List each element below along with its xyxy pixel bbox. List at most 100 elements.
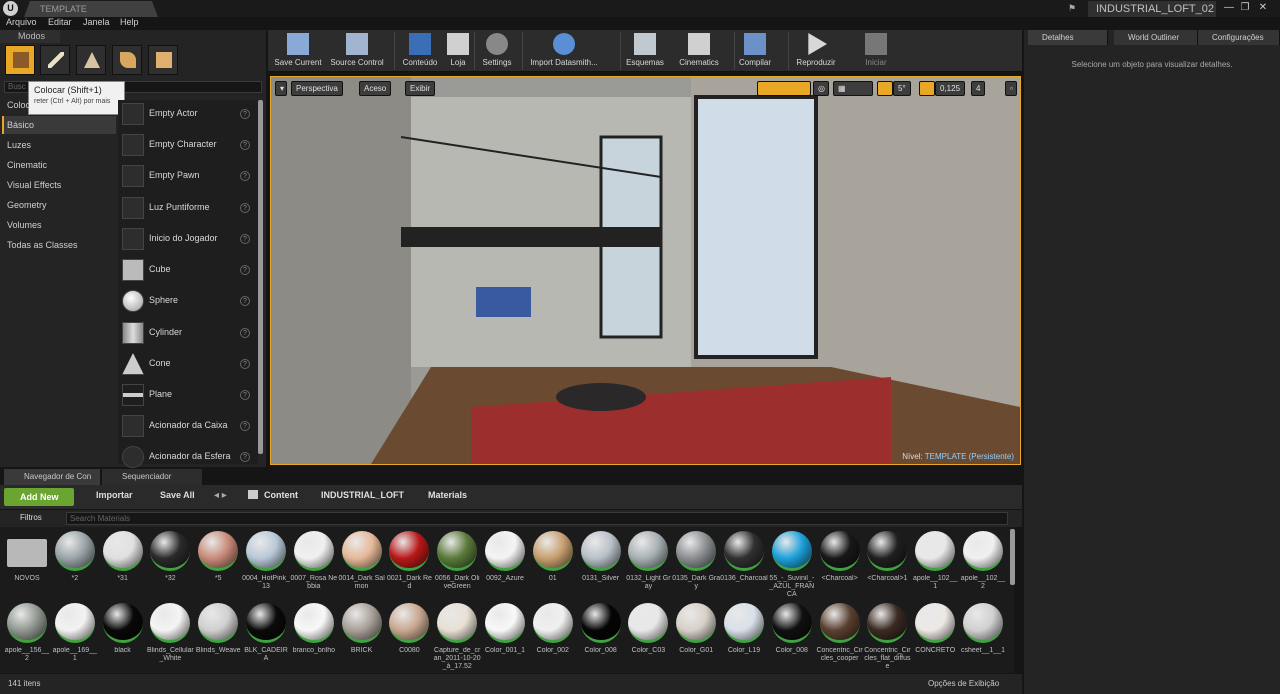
actor-item[interactable]: Empty Actor? <box>118 100 258 130</box>
cinematics-button[interactable]: Cinematics <box>676 30 722 72</box>
settings-button[interactable]: Settings <box>476 30 518 72</box>
import-datasmith-button[interactable]: Import Datasmith... <box>526 30 602 72</box>
actor-item[interactable]: Cube? <box>118 256 258 286</box>
content-button[interactable]: Conteúdo <box>396 30 444 72</box>
import-button[interactable]: Importar <box>84 490 133 500</box>
help-icon[interactable]: ? <box>240 265 250 275</box>
maximize-viewport-icon[interactable]: ▫ <box>1005 81 1017 96</box>
material-asset[interactable]: 0021_Dark Red <box>386 529 432 597</box>
material-asset[interactable]: CONCRETO <box>912 601 956 669</box>
maximize-button[interactable]: ❐ <box>1238 1 1252 15</box>
tab-content-browser[interactable]: Navegador de Con <box>4 469 100 485</box>
source-control-button[interactable]: Source Control <box>328 30 386 72</box>
close-button[interactable]: ✕ <box>1256 1 1270 15</box>
actor-item[interactable]: Inicio do Jogador? <box>118 225 258 255</box>
material-asset[interactable]: BLK_CADEIRA <box>243 601 288 669</box>
actor-item[interactable]: Luz Puntiforme? <box>118 194 258 224</box>
help-icon[interactable]: ? <box>240 171 250 181</box>
category-coloc[interactable]: Coloc <box>2 96 116 114</box>
tab-world-outliner[interactable]: World Outliner <box>1114 30 1198 45</box>
material-asset[interactable]: apole__156__2 <box>4 601 49 669</box>
camera-speed-value[interactable]: 4 <box>971 81 986 96</box>
rotation-snap-icon[interactable] <box>877 81 893 96</box>
material-asset[interactable]: 0092_Azure <box>482 529 526 597</box>
rotation-snap-value[interactable]: 5° <box>893 81 911 96</box>
material-asset[interactable]: csheet__1__1 <box>960 601 1005 669</box>
material-asset[interactable]: *2 <box>52 529 96 597</box>
material-asset[interactable]: branco_brilho <box>291 601 335 669</box>
category-geometry[interactable]: Geometry <box>2 196 116 214</box>
play-button[interactable]: Reproduzir <box>792 30 840 72</box>
material-asset[interactable]: C0080 <box>386 601 430 669</box>
material-asset[interactable]: <Charcoal>1 <box>864 529 908 597</box>
help-icon[interactable]: ? <box>240 140 250 150</box>
path-industrial-loft[interactable]: INDUSTRIAL_LOFT <box>321 490 404 500</box>
material-asset[interactable]: Color_001_1 <box>482 601 526 669</box>
material-asset[interactable]: Color_G01 <box>673 601 717 669</box>
scale-snap-value[interactable]: 0,125 <box>935 81 966 96</box>
place-mode-button[interactable] <box>5 45 35 75</box>
material-asset[interactable]: *32 <box>147 529 191 597</box>
material-asset[interactable]: *31 <box>100 529 144 597</box>
actor-item[interactable]: Cylinder? <box>118 319 258 349</box>
view-options-button[interactable]: Opções de Exibição <box>928 679 999 688</box>
viewport-options-button[interactable]: ▾ <box>275 81 287 96</box>
material-asset[interactable]: Color_002 <box>530 601 574 669</box>
help-icon[interactable]: ? <box>240 328 250 338</box>
material-asset[interactable]: BRICK <box>339 601 383 669</box>
material-asset[interactable]: Blinds_Cellular_White <box>147 601 194 669</box>
asset-scrollbar[interactable] <box>1010 529 1015 585</box>
world-local-icon[interactable]: ◎ <box>813 81 829 96</box>
menu-arquivo[interactable]: Arquivo <box>6 17 37 27</box>
modes-tab[interactable]: Modos <box>0 30 60 43</box>
tab-details[interactable]: Detalhes <box>1028 30 1108 45</box>
material-asset[interactable]: Blinds_Weave <box>195 601 241 669</box>
category-cinematic[interactable]: Cinematic <box>2 156 116 174</box>
path-materials[interactable]: Materials <box>428 490 467 500</box>
material-asset[interactable]: apole__102__2 <box>960 529 1005 597</box>
material-asset[interactable]: 0136_Charcoal <box>720 529 768 597</box>
category-visual-effects[interactable]: Visual Effects <box>2 176 116 194</box>
material-asset[interactable]: Color_008 <box>769 601 813 669</box>
material-asset[interactable]: 0132_Light Gray <box>625 529 671 597</box>
material-asset[interactable]: <Charcoal> <box>817 529 861 597</box>
category-all-classes[interactable]: Todas as Classes <box>2 236 116 254</box>
material-asset[interactable]: 55_-_Suvinil_-_AZUL_FRANCA <box>769 529 814 598</box>
level-tab[interactable]: TEMPLATE <box>24 1 158 17</box>
material-asset[interactable]: Capture_de_cran_2011-10-20_à_17.52 <box>434 601 481 670</box>
grid-snap-button[interactable]: ▦ <box>833 81 873 96</box>
material-asset[interactable]: 0131_Silver <box>578 529 622 597</box>
show-button[interactable]: Exibir <box>405 81 436 96</box>
help-icon[interactable]: ? <box>240 109 250 119</box>
paint-mode-button[interactable] <box>40 45 70 75</box>
category-volumes[interactable]: Volumes <box>2 216 116 234</box>
material-asset[interactable]: Color_008 <box>578 601 622 669</box>
perspective-button[interactable]: Perspectiva <box>291 81 343 96</box>
path-content[interactable]: Content <box>264 490 298 500</box>
material-asset[interactable]: Concentric_Circles_cooper <box>816 601 863 669</box>
category-luzes[interactable]: Luzes <box>2 136 116 154</box>
material-asset[interactable]: black <box>100 601 144 669</box>
material-asset[interactable]: Concentric_Circles_flat_diffuse <box>864 601 911 670</box>
category-basico[interactable]: Básico <box>2 116 116 134</box>
material-asset[interactable]: 0004_HotPink_13 <box>242 529 290 597</box>
material-asset[interactable]: 01 <box>530 529 574 597</box>
actor-list-scrollbar[interactable] <box>258 100 263 454</box>
material-asset[interactable]: Color_L19 <box>721 601 765 669</box>
help-icon[interactable]: ? <box>240 390 250 400</box>
menu-janela[interactable]: Janela <box>83 17 110 27</box>
material-asset[interactable]: 0056_Dark OliveGreen <box>434 529 480 597</box>
geometry-mode-button[interactable] <box>148 45 178 75</box>
tab-sequencer[interactable]: Sequenciador <box>102 469 202 485</box>
material-asset[interactable]: 0135_Dark Gray <box>672 529 720 597</box>
folder-item[interactable]: NOVOS <box>4 529 48 597</box>
level-viewport[interactable]: ▾ Perspectiva Aceso Exibir ◎ ▦ 5° 0,125 … <box>270 76 1021 465</box>
minimize-button[interactable]: — <box>1222 1 1236 15</box>
filters-button[interactable]: Filtros <box>20 513 42 522</box>
marketplace-button[interactable]: Loja <box>444 30 472 72</box>
foliage-mode-button[interactable] <box>112 45 142 75</box>
bookmark-icon[interactable]: ⚑ <box>1068 3 1078 13</box>
save-current-button[interactable]: Save Current <box>272 30 324 72</box>
material-asset[interactable]: apole__102__1 <box>912 529 957 597</box>
menu-editar[interactable]: Editar <box>48 17 72 27</box>
